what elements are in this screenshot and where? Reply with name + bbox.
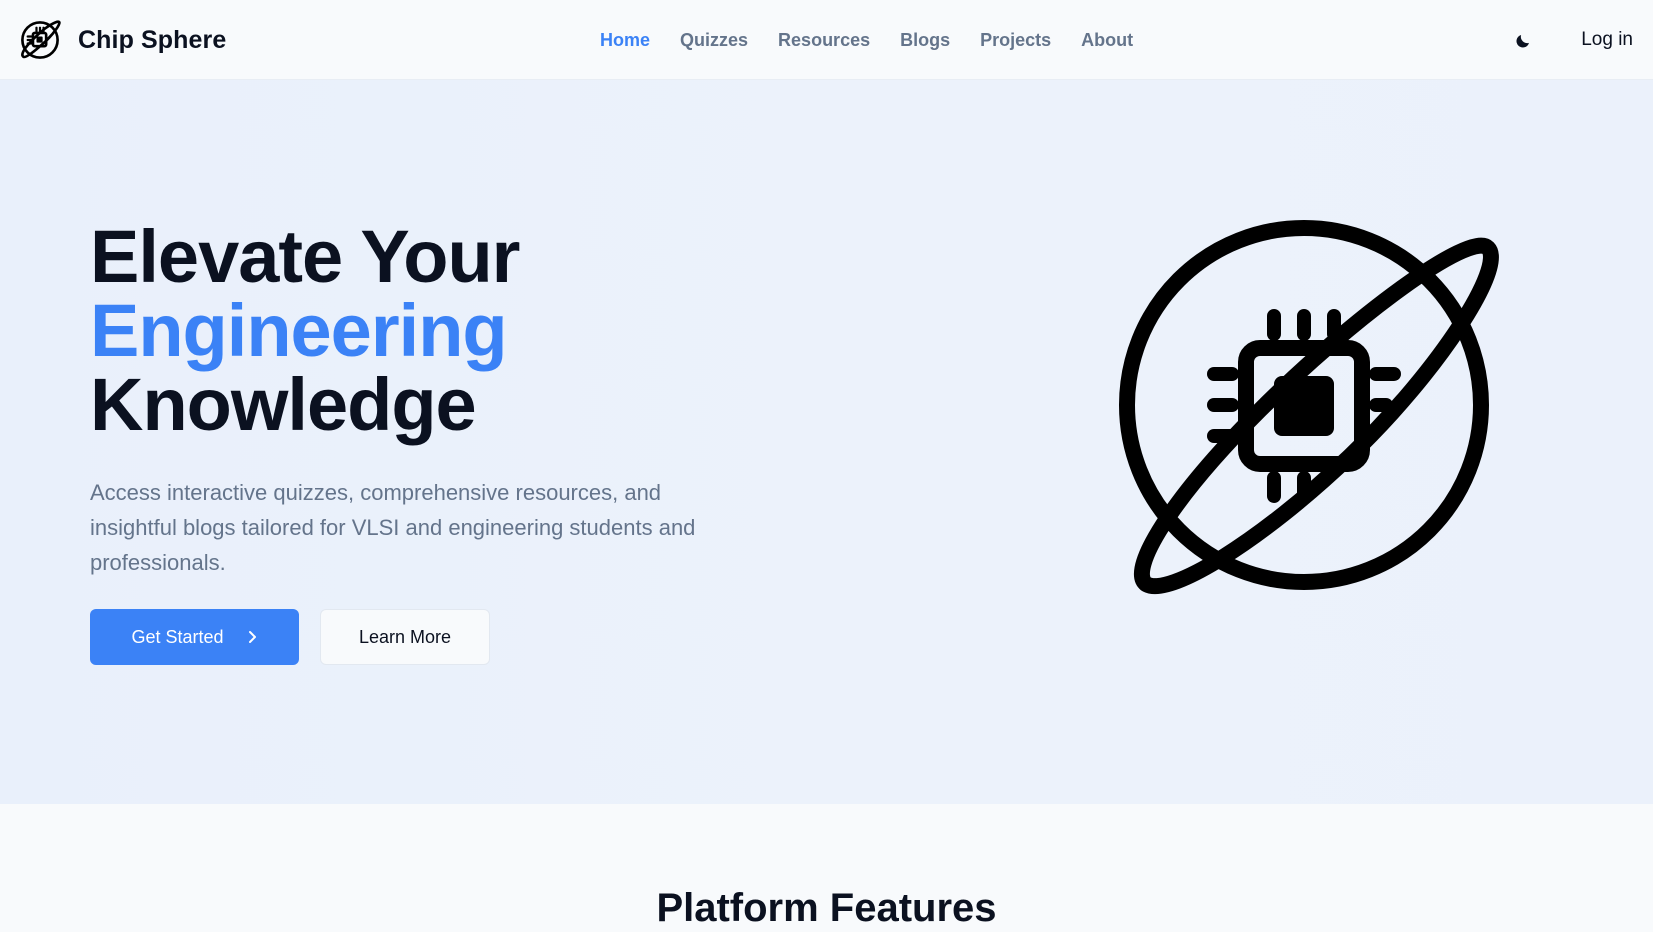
brand-name: Chip Sphere bbox=[78, 25, 227, 54]
learn-more-button[interactable]: Learn More bbox=[320, 609, 490, 665]
chip-sphere-logo-icon bbox=[1119, 220, 1499, 595]
login-link[interactable]: Log in bbox=[1581, 28, 1633, 52]
nav-home[interactable]: Home bbox=[600, 28, 650, 52]
nav-blogs[interactable]: Blogs bbox=[900, 28, 950, 52]
hero-title-line-1: Elevate Your bbox=[90, 215, 520, 298]
brand[interactable]: Chip Sphere bbox=[18, 18, 226, 62]
nav-resources[interactable]: Resources bbox=[778, 28, 870, 52]
hero-section: Elevate Your Engineering Knowledge Acces… bbox=[0, 80, 1653, 804]
chip-sphere-logo-icon bbox=[21, 20, 61, 59]
nav-about[interactable]: About bbox=[1081, 28, 1133, 52]
top-navbar: Chip Sphere Home Quizzes Resources Blogs… bbox=[0, 0, 1653, 80]
hero-title: Elevate Your Engineering Knowledge bbox=[90, 215, 520, 446]
nav-quizzes[interactable]: Quizzes bbox=[680, 28, 748, 52]
nav-projects[interactable]: Projects bbox=[980, 28, 1051, 52]
get-started-label: Get Started bbox=[131, 626, 224, 647]
hero-description: Access interactive quizzes, comprehensiv… bbox=[90, 480, 696, 575]
theme-toggle-button[interactable] bbox=[1510, 28, 1536, 54]
main-nav: Home Quizzes Resources Blogs Projects Ab… bbox=[600, 28, 1163, 52]
features-section-title: Platform Features bbox=[656, 886, 997, 930]
chevron-right-icon bbox=[246, 630, 258, 644]
hero-title-line-3: Knowledge bbox=[90, 363, 477, 446]
hero-title-accent: Engineering bbox=[90, 289, 508, 372]
get-started-button[interactable]: Get Started bbox=[90, 609, 299, 665]
moon-icon bbox=[1516, 35, 1529, 48]
